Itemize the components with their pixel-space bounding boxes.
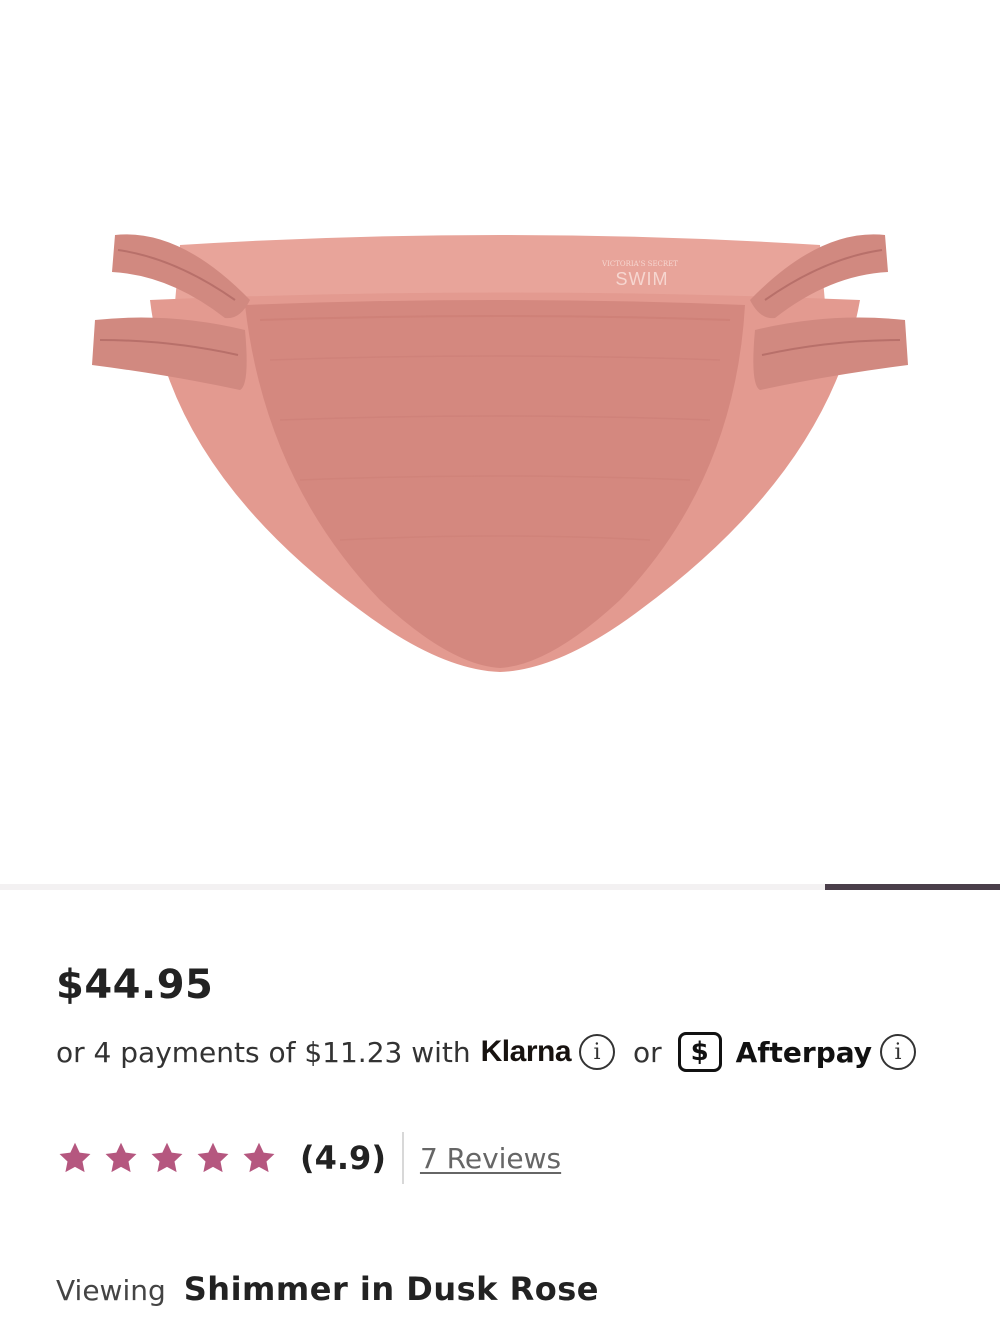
star-icon [197, 1142, 229, 1173]
star-icon [105, 1142, 137, 1173]
or-text: or [633, 1035, 662, 1069]
star-icon [151, 1142, 183, 1173]
image-gallery-progress[interactable] [0, 884, 1000, 890]
star-icon [59, 1142, 91, 1173]
image-gallery-progress-fill [825, 884, 1000, 890]
variant-row: Viewing Shimmer in Dusk Rose [56, 1270, 599, 1308]
klarna-logo: Klarna [480, 1035, 572, 1068]
product-price: $44.95 [56, 962, 214, 1008]
afterpay-label: Afterpay [735, 1035, 873, 1069]
afterpay-icon: $ [677, 1032, 722, 1072]
brand-label-small: VICTORIA'S SECRET [601, 260, 678, 268]
viewing-label: Viewing [56, 1274, 166, 1307]
selected-variant: Shimmer in Dusk Rose [183, 1270, 599, 1308]
afterpay-info-icon[interactable]: i [880, 1034, 917, 1070]
installment-text: or 4 payments of $11.23 with [56, 1035, 471, 1069]
star-rating [56, 1140, 286, 1176]
reviews-link[interactable]: 7 Reviews [420, 1142, 561, 1175]
rating-row: (4.9) 7 Reviews [56, 1128, 561, 1188]
klarna-info-icon[interactable]: i [579, 1034, 616, 1070]
installment-payments-row: or 4 payments of $11.23 with Klarna i or… [56, 1030, 917, 1074]
star-icon [243, 1142, 275, 1173]
rating-score: (4.9) [300, 1139, 386, 1177]
product-image[interactable]: VICTORIA'S SECRET SWIM [0, 0, 1000, 884]
bikini-bottom-illustration: VICTORIA'S SECRET SWIM [92, 234, 908, 672]
divider [401, 1132, 404, 1184]
brand-label: SWIM [616, 269, 669, 289]
